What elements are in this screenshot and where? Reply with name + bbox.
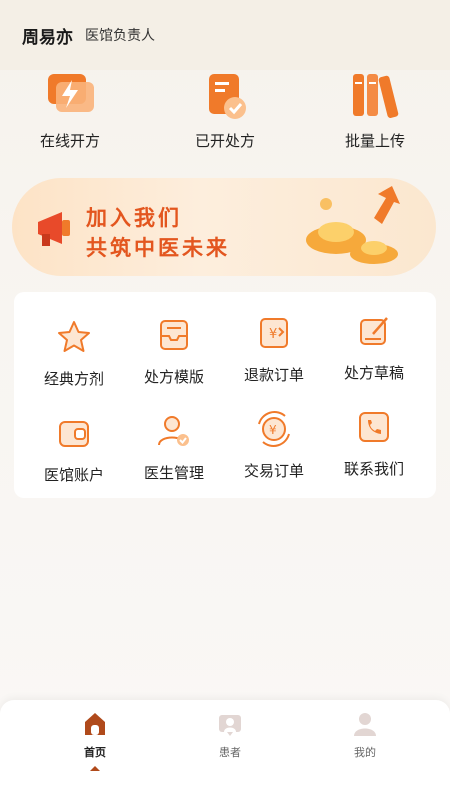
grid-doctor-management[interactable]: 医生管理 [124,412,224,483]
doctor-icon [158,416,189,446]
trade-order-icon: ¥ [258,411,290,447]
grid-refund-orders[interactable]: ¥ 退款订单 [224,314,324,385]
lightning-chat-icon [48,74,94,112]
grid-prescription-draft[interactable]: 处方草稿 [324,312,424,383]
tab-home[interactable]: 首页 [45,710,145,771]
books-icon [353,74,399,118]
grid-trade-orders[interactable]: ¥ 交易订单 [224,410,324,481]
svg-text:¥: ¥ [269,423,277,437]
quick-batch-upload[interactable]: 批量上传 [315,68,435,151]
promo-banner[interactable]: 加入我们 共筑中医未来 [12,178,436,276]
template-icon [160,320,188,350]
grid-classic-formula[interactable]: 经典方剂 [24,318,124,389]
draft-icon [360,317,388,345]
quick-issued-prescriptions[interactable]: 已开处方 [165,68,285,151]
active-tab-indicator [90,766,100,771]
quick-actions: 在线开方 已开处方 批量上传 [0,68,450,158]
profile-icon [354,713,376,736]
grid-contact-us[interactable]: 联系我们 [324,408,424,479]
patient-icon [219,715,241,736]
header: 周易亦 医馆负责人 [0,0,450,70]
home-icon [85,713,105,735]
phone-icon [359,412,389,442]
quick-online-prescribe[interactable]: 在线开方 [10,68,130,151]
gold-ingot-icon [306,186,400,264]
bottom-tab-bar: 首页 患者 我的 [0,700,450,800]
tab-patients[interactable]: 患者 [180,710,280,760]
user-role: 医馆负责人 [85,28,155,44]
banner-title-line2: 共筑中医未来 [86,236,230,260]
function-grid: 经典方剂 处方模版 ¥ 退款订单 处方草稿 医馆账户 医生管理 ¥ 交易订单 联… [14,292,436,498]
refund-icon: ¥ [260,318,288,348]
megaphone-icon [38,212,70,246]
grid-clinic-account[interactable]: 医馆账户 [24,414,124,485]
prescription-check-icon [209,74,246,119]
tab-profile[interactable]: 我的 [315,710,415,760]
grid-prescription-template[interactable]: 处方模版 [124,316,224,387]
star-icon [58,321,90,352]
svg-text:¥: ¥ [269,327,277,342]
banner-title-line1: 加入我们 [86,206,182,230]
user-name: 周易亦 [22,27,73,48]
wallet-icon [59,421,89,447]
